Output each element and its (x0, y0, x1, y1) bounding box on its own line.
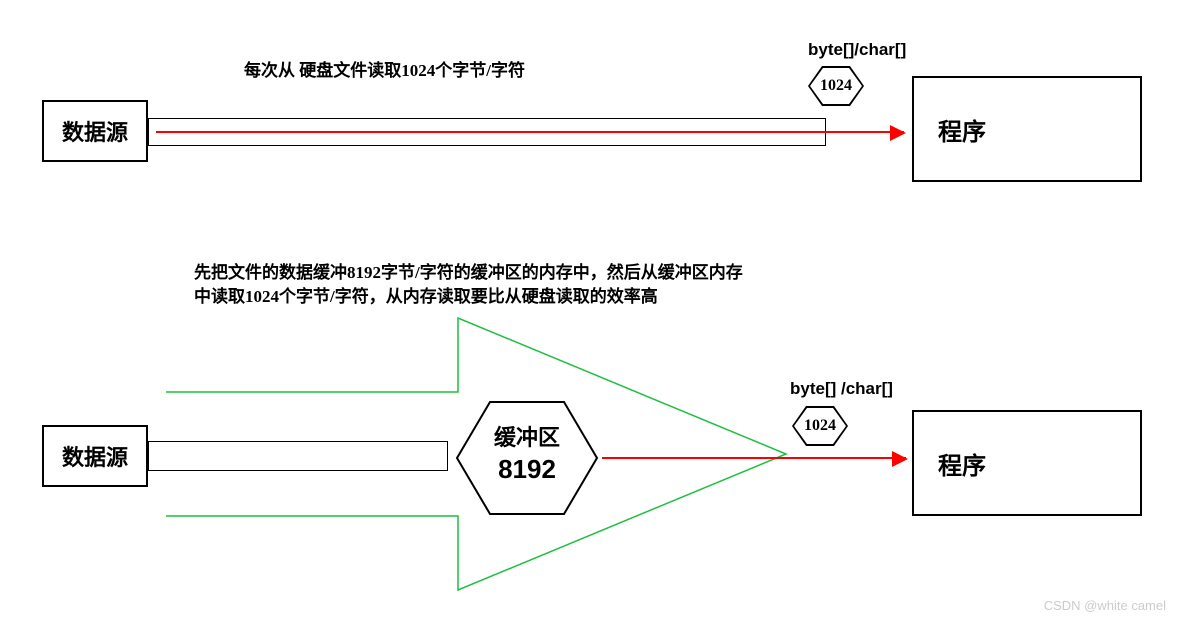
top-arrow (156, 131, 904, 133)
watermark: CSDN @white camel (1044, 598, 1166, 613)
bottom-caption-line2: 中读取1024个字节/字符，从内存读取要比从硬盘读取的效率高 (194, 282, 658, 307)
top-target-box: 程序 (912, 76, 1142, 182)
top-byte-label: byte[]/char[] (808, 40, 906, 60)
bottom-channel (148, 441, 448, 471)
buffer-size: 8192 (453, 454, 601, 485)
top-source-box: 数据源 (42, 100, 148, 162)
bottom-arrow (602, 457, 906, 459)
bottom-byte-label: byte[] /char[] (790, 379, 893, 399)
top-hex-1024: 1024 (808, 66, 864, 106)
buffer-label: 缓冲区 (453, 420, 601, 452)
bottom-caption-line1: 先把文件的数据缓冲8192字节/字符的缓冲区的内存中，然后从缓冲区内存 (194, 258, 743, 283)
bottom-target-box: 程序 (912, 410, 1142, 516)
top-caption: 每次从 硬盘文件读取1024个字节/字符 (244, 56, 525, 81)
bottom-source-box: 数据源 (42, 425, 148, 487)
bottom-hex-1024: 1024 (792, 406, 848, 446)
